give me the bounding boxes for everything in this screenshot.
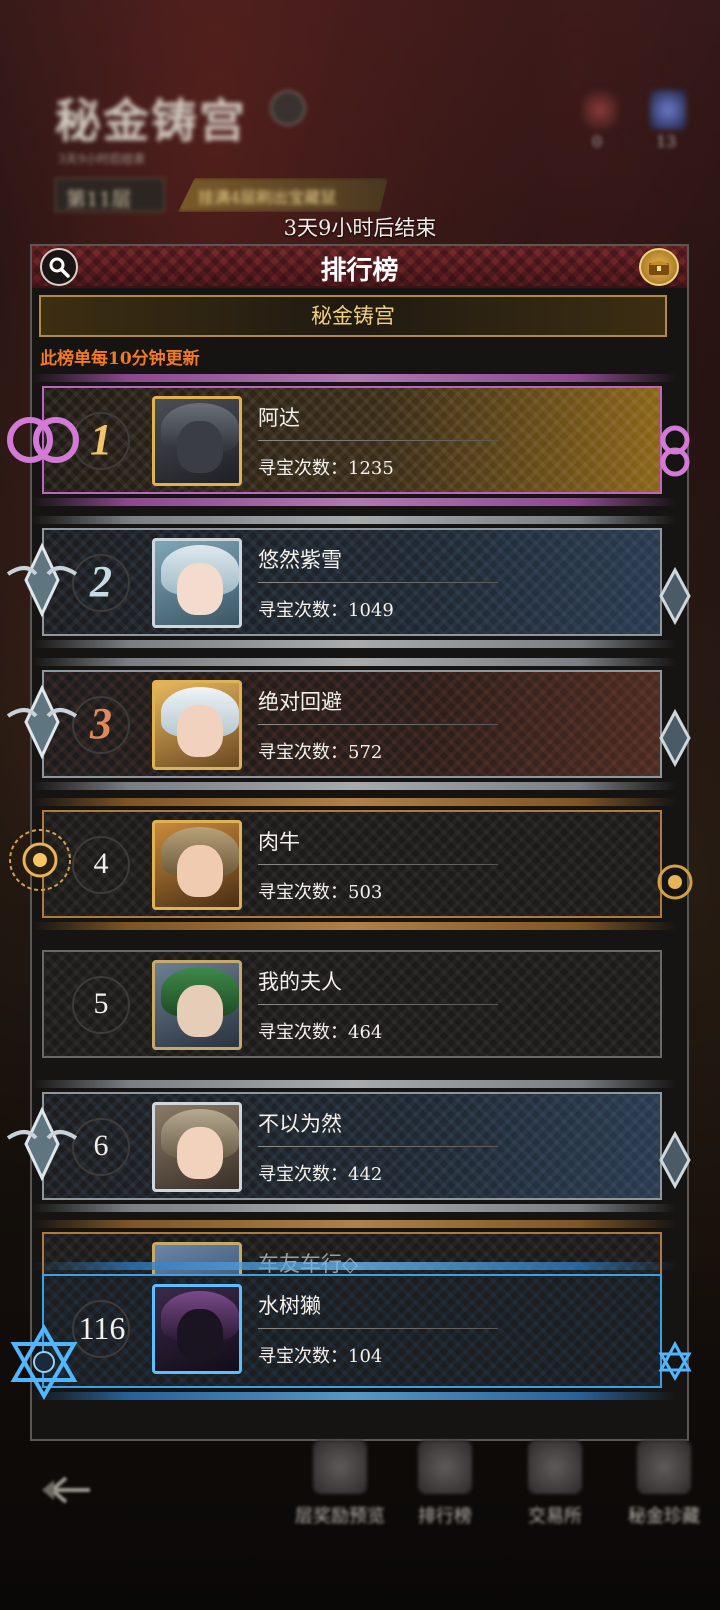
player-name: 阿达 xyxy=(258,406,300,430)
nav-label: 排行榜 xyxy=(418,1506,472,1527)
bg-resource-count: 13 xyxy=(656,132,677,151)
row-divider xyxy=(258,1328,498,1329)
leaderboard-row[interactable]: 2 悠然紫雪 寻宝次数：1049 xyxy=(32,516,676,648)
row-trim xyxy=(32,1262,676,1270)
silver-gem-icon xyxy=(655,1130,695,1190)
avatar xyxy=(152,396,242,486)
avatar xyxy=(152,820,242,910)
gift-preview-icon xyxy=(313,1440,367,1494)
avatar xyxy=(152,1102,242,1192)
event-name-bar: 秘金铸宫 xyxy=(39,295,667,337)
bottom-nav: 层奖励预览 排行榜 交易所 秘金珍藏 xyxy=(0,1420,720,1610)
blue-star-emblem-icon xyxy=(4,1322,84,1402)
nav-label: 层奖励预览 xyxy=(295,1506,385,1527)
row-trim xyxy=(32,1080,676,1088)
treasure-icon xyxy=(637,1440,691,1494)
leaderboard-row[interactable]: 1 阿达 寻宝次数：1235 xyxy=(32,374,676,506)
player-name: 我的夫人 xyxy=(258,970,342,994)
panel-title: 排行榜 xyxy=(320,256,399,286)
row-trim xyxy=(32,1204,676,1212)
leaderboard-row[interactable]: 5 我的夫人 寻宝次数：464 xyxy=(42,950,662,1058)
row-trim xyxy=(32,782,676,790)
trophy-icon xyxy=(418,1440,472,1494)
row-divider xyxy=(258,440,498,441)
row-divider xyxy=(258,724,498,725)
player-score: 寻宝次数：104 xyxy=(258,1346,383,1367)
rank-number: 5 xyxy=(93,987,109,1020)
row-divider xyxy=(258,864,498,865)
pink-ring-icon xyxy=(655,420,695,480)
leaderboard-panel: 排行榜 秘金铸宫 此榜单每10分钟更新 1 阿达 寻宝次数：1235 2 悠然紫… xyxy=(30,244,689,1441)
row-trim xyxy=(32,374,676,382)
player-name: 肉牛 xyxy=(258,830,300,854)
row-trim xyxy=(32,798,676,806)
player-score: 寻宝次数：503 xyxy=(258,882,383,903)
gold-orb-icon xyxy=(655,852,695,912)
avatar xyxy=(152,1284,242,1374)
player-name: 绝对回避 xyxy=(258,690,342,714)
silver-gem-icon xyxy=(655,566,695,626)
nav-item-treasure[interactable]: 秘金珍藏 xyxy=(614,1440,714,1550)
pink-rings-icon xyxy=(4,400,84,480)
player-name: 水树獭 xyxy=(258,1294,321,1318)
row-divider xyxy=(258,1004,498,1005)
row-trim xyxy=(32,498,676,506)
player-name: 悠然紫雪 xyxy=(258,548,342,572)
gem-blue-icon xyxy=(650,90,686,130)
silver-gem-icon xyxy=(655,708,695,768)
row-trim xyxy=(32,922,676,930)
nav-item-exchange[interactable]: 交易所 xyxy=(505,1440,605,1550)
self-rank-row[interactable]: 116 水树獭 寻宝次数：104 xyxy=(32,1262,676,1400)
update-note: 此榜单每10分钟更新 xyxy=(40,349,200,369)
leaderboard-row[interactable]: 4 肉牛 寻宝次数：503 xyxy=(32,798,676,930)
avatar xyxy=(152,538,242,628)
bg-resource-count: 0 xyxy=(592,132,603,151)
chest-icon[interactable] xyxy=(639,248,679,286)
row-divider xyxy=(258,582,498,583)
row-trim xyxy=(32,640,676,648)
bg-event-title: 秘金铸宫 xyxy=(55,94,247,148)
bg-search-icon xyxy=(270,90,306,126)
leaderboard-row[interactable]: 6 不以为然 寻宝次数：442 xyxy=(32,1080,676,1212)
player-name: 不以为然 xyxy=(258,1112,342,1136)
silver-wings-icon xyxy=(2,540,82,620)
bg-event-subtitle: 3天9小时后结束 xyxy=(58,152,146,166)
back-arrow-icon[interactable] xyxy=(38,1470,94,1514)
bg-banner: 挂满4层刷出宝藏鼠 xyxy=(178,178,388,212)
player-score: 寻宝次数：1235 xyxy=(258,458,394,479)
row-divider xyxy=(258,1146,498,1147)
gem-red-icon xyxy=(582,90,618,130)
player-score: 寻宝次数：1049 xyxy=(258,600,394,621)
avatar xyxy=(152,960,242,1050)
nav-item-leaderboard[interactable]: 排行榜 xyxy=(395,1440,495,1550)
row-trim xyxy=(32,516,676,524)
exchange-icon xyxy=(528,1440,582,1494)
sun-emblem-icon xyxy=(0,820,80,900)
player-score: 寻宝次数：464 xyxy=(258,1022,383,1043)
row-trim xyxy=(32,658,676,666)
row-trim xyxy=(32,1392,676,1400)
blue-star-icon xyxy=(655,1332,695,1392)
leaderboard-row[interactable]: 3 绝对回避 寻宝次数：572 xyxy=(32,658,676,790)
panel-header: 排行榜 xyxy=(32,246,687,288)
player-score: 寻宝次数：572 xyxy=(258,742,383,763)
nav-label: 交易所 xyxy=(528,1506,582,1527)
silver-wings-icon xyxy=(2,682,82,762)
countdown-text: 3天9小时后结束 xyxy=(283,216,437,240)
silver-wings-icon xyxy=(2,1104,82,1184)
bg-floor-label: 第11层 xyxy=(55,178,165,212)
nav-item-layer-rewards[interactable]: 层奖励预览 xyxy=(290,1440,390,1550)
avatar xyxy=(152,680,242,770)
player-score: 寻宝次数：442 xyxy=(258,1164,383,1185)
row-trim xyxy=(32,1220,676,1228)
nav-label: 秘金珍藏 xyxy=(628,1506,700,1527)
